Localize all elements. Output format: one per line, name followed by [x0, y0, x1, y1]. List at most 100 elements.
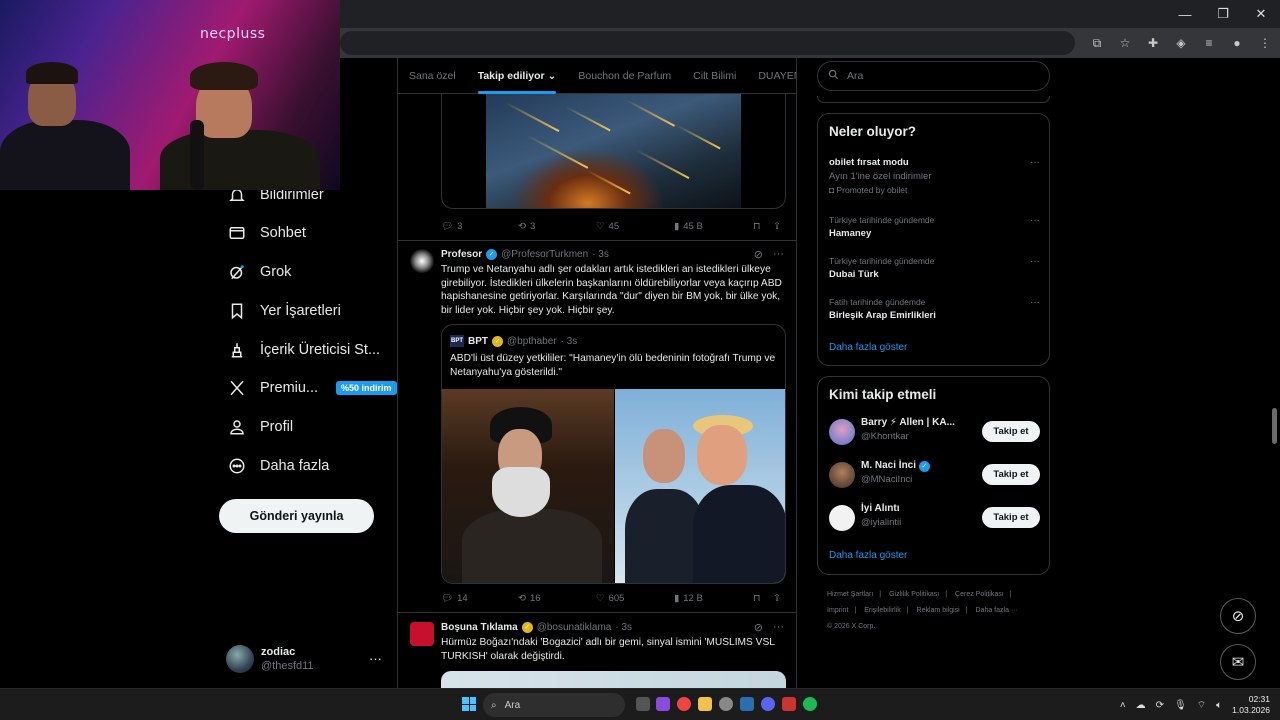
quote-tweet[interactable]: BPT BPT ✓ @bpthaber · 3s ABD'li üst düze… — [441, 324, 786, 584]
footer-link[interactable]: İmprint — [827, 607, 848, 614]
tweet-media[interactable] — [441, 671, 786, 688]
nav-item-profile[interactable]: Profil — [228, 412, 293, 442]
folder-icon[interactable] — [698, 697, 712, 711]
extension-icon[interactable]: ◈ — [1172, 34, 1190, 52]
taskbar-search[interactable]: ⌕ Ara — [483, 693, 625, 717]
tweet-time[interactable]: · 3s — [615, 622, 632, 633]
close-button[interactable]: ✕ — [1242, 0, 1280, 28]
footer-link[interactable]: Gizlilik Politikası — [889, 591, 939, 598]
more-icon[interactable]: ··· — [1030, 297, 1040, 308]
follow-show-more-link[interactable]: Daha fazla göster — [829, 550, 907, 561]
settings-icon[interactable] — [719, 697, 733, 711]
footer-link[interactable]: Çerez Politikası — [955, 591, 1004, 598]
tab-following[interactable]: Takip ediliyor ⌄ — [477, 70, 556, 94]
views-button[interactable]: ▮ 45 B — [674, 221, 703, 232]
grok-icon[interactable]: ⊘ — [754, 621, 763, 634]
trend-item[interactable]: Türkiye tarihinde gündemde Dubai Türk ··… — [829, 256, 1040, 280]
bookmark-button[interactable]: ⊓ — [753, 593, 760, 604]
app-icon[interactable] — [656, 697, 670, 711]
tab-list-2[interactable]: Cilt Bilimi — [693, 70, 736, 82]
install-icon[interactable]: ⧉ — [1088, 34, 1106, 52]
app-icon[interactable] — [782, 697, 796, 711]
follow-button[interactable]: Takip et — [982, 421, 1040, 442]
chevron-up-icon[interactable]: ˄ — [1120, 700, 1126, 711]
tab-for-you[interactable]: Sana özel — [409, 70, 456, 82]
maximize-button[interactable]: ❐ — [1204, 0, 1242, 28]
clock[interactable]: 02:31 1.03.2026 — [1232, 694, 1270, 716]
bookmark-button[interactable]: ⊓ — [753, 221, 760, 232]
follow-suggestion[interactable]: Barry ⚡ Allen | KA... @Khontkar Takip et — [829, 417, 1040, 449]
onedrive-icon[interactable]: ☁ — [1136, 700, 1146, 711]
wifi-icon[interactable]: ⌔ — [1197, 699, 1206, 712]
follow-button[interactable]: Takip et — [982, 507, 1040, 528]
profile-icon[interactable]: ● — [1228, 34, 1246, 52]
author-handle[interactable]: @bosunatiklama — [537, 622, 612, 633]
trend-item[interactable]: obilet fırsat modu Ayın 1'ine özel indir… — [829, 157, 1040, 195]
tab-list-1[interactable]: Bouchon de Parfum — [578, 70, 671, 82]
like-button[interactable]: ♡ 45 — [596, 221, 619, 232]
author-name[interactable]: Profesor — [441, 249, 482, 260]
trends-show-more-link[interactable]: Daha fazla göster — [829, 342, 907, 353]
quote-photo-left[interactable] — [442, 389, 614, 583]
more-icon[interactable]: ··· — [1030, 256, 1040, 267]
views-button[interactable]: ▮ 12 B — [674, 593, 703, 604]
footer-link[interactable]: Reklam bilgisi — [917, 607, 960, 614]
account-switcher[interactable]: zodiac @thesfd11 ··· — [226, 643, 386, 675]
mic-icon[interactable]: 🎙︎ — [1174, 700, 1187, 711]
grok-fab-button[interactable]: ⊘ — [1220, 598, 1256, 634]
follow-suggestion[interactable]: M. Naci İnci ✓ @MNaciInci Takip et — [829, 460, 1040, 492]
nav-item-chat[interactable]: Sohbet — [228, 218, 306, 248]
footer-link[interactable]: Hizmet Şartları — [827, 591, 873, 598]
nav-item-more[interactable]: Daha fazla — [228, 451, 329, 481]
footer-link[interactable]: Daha fazla ··· — [976, 607, 1018, 614]
volume-icon[interactable]: 🔈︎ — [1216, 700, 1222, 711]
tweet-media[interactable] — [441, 94, 786, 209]
search-input[interactable]: Ara — [817, 61, 1050, 91]
nav-item-bookmarks[interactable]: Yer İşaretleri — [228, 296, 341, 326]
quote-photo-right[interactable] — [615, 389, 785, 583]
repost-button[interactable]: ⟲ 3 — [518, 221, 535, 232]
more-icon[interactable]: ··· — [369, 651, 382, 666]
scrollbar[interactable] — [1269, 58, 1280, 688]
discord-icon[interactable] — [761, 697, 775, 711]
more-icon[interactable]: ··· — [773, 621, 784, 634]
nav-item-premium[interactable]: Premiu... %50 indirim — [228, 373, 397, 403]
like-button[interactable]: ♡ 605 — [596, 593, 624, 604]
follow-button[interactable]: Takip et — [982, 464, 1040, 485]
more-icon[interactable]: ··· — [773, 248, 784, 261]
more-icon[interactable]: ··· — [1030, 215, 1040, 226]
tab-list-3[interactable]: DUAYEN — [758, 70, 796, 82]
grok-icon[interactable]: ⊘ — [754, 248, 763, 261]
repost-button[interactable]: ⟲ 16 — [518, 593, 541, 604]
spotify-icon[interactable] — [803, 697, 817, 711]
footer-link[interactable]: Erişilebilirlik — [864, 607, 901, 614]
sync-icon[interactable]: ⟳ — [1156, 700, 1164, 711]
messages-fab-button[interactable]: ✉ — [1220, 644, 1256, 680]
author-handle[interactable]: @ProfesorTurkmen — [501, 249, 588, 260]
avatar[interactable] — [410, 249, 434, 273]
nav-item-grok[interactable]: Grok — [228, 257, 291, 287]
trend-item[interactable]: Fatih tarihinde gündemde Birleşik Arap E… — [829, 297, 1040, 321]
minimize-button[interactable]: — — [1166, 0, 1204, 28]
reply-button[interactable]: 💬︎ 3 — [441, 221, 462, 232]
address-bar[interactable] — [340, 31, 1075, 55]
share-button[interactable]: ⇪ — [773, 221, 781, 232]
star-icon[interactable]: ☆ — [1116, 34, 1134, 52]
post-button[interactable]: Gönderi yayınla — [219, 499, 374, 533]
menu-icon[interactable]: ⋮ — [1256, 34, 1274, 52]
reading-list-icon[interactable]: ≡ — [1200, 34, 1218, 52]
chrome-icon[interactable] — [677, 697, 691, 711]
more-icon[interactable]: ··· — [1030, 157, 1040, 168]
nav-item-creator-studio[interactable]: İçerik Üreticisi St... — [228, 335, 380, 365]
follow-suggestion[interactable]: İyi Alıntı @iyialintii Takip et — [829, 503, 1040, 535]
author-name[interactable]: Boşuna Tıklama — [441, 622, 518, 633]
trend-item[interactable]: Türkiye tarihinde gündemde Hamaney ··· — [829, 215, 1040, 239]
scroll-thumb[interactable] — [1272, 408, 1277, 444]
steam-icon[interactable] — [740, 697, 754, 711]
extensions-icon[interactable]: ✚ — [1144, 34, 1162, 52]
avatar[interactable] — [410, 622, 434, 646]
task-view-icon[interactable] — [636, 697, 650, 711]
start-button[interactable] — [462, 697, 476, 711]
tweet-time[interactable]: · 3s — [592, 249, 609, 260]
reply-button[interactable]: 💬︎ 14 — [441, 593, 468, 604]
